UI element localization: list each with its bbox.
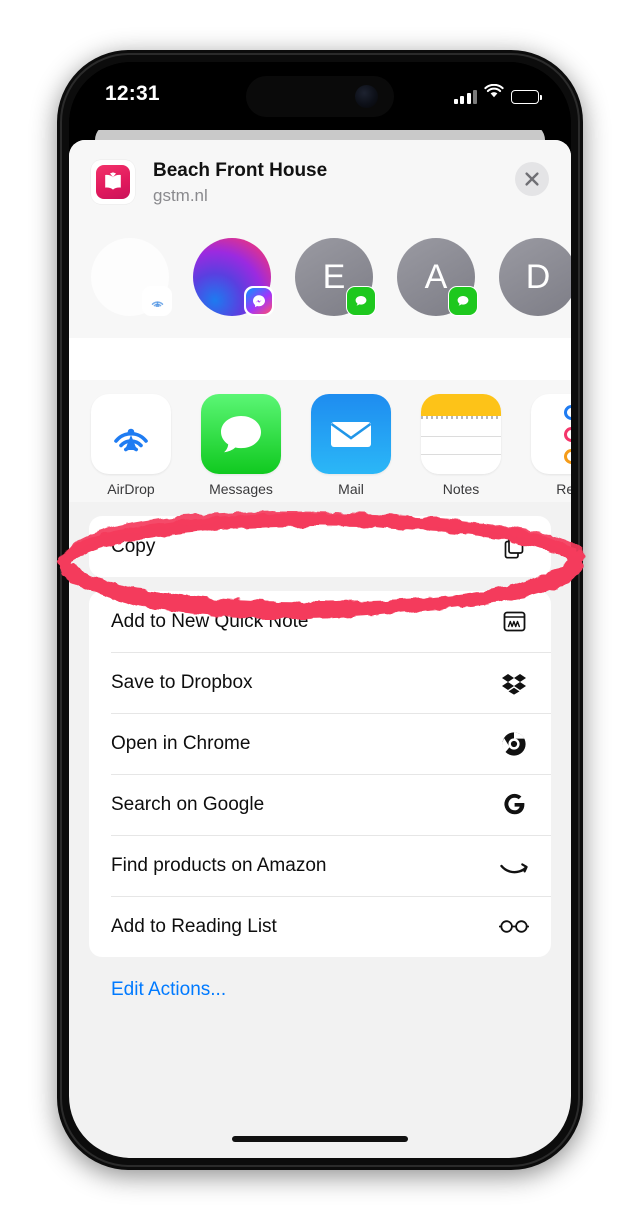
share-sheet: Beach Front House gstm.nl E A D AirDrop … <box>69 140 571 1158</box>
action-row-chrome[interactable]: Open in Chrome <box>89 713 551 774</box>
contact-suggestion-a[interactable]: A <box>397 238 478 316</box>
avatar: D <box>499 238 571 316</box>
app-suggestions-row[interactable]: AirDrop Messages Mail Notes Re <box>69 380 571 502</box>
wifi-icon <box>484 83 504 104</box>
contact-suggestion-messenger[interactable] <box>193 238 274 316</box>
app-label: AirDrop <box>107 481 155 497</box>
google-g-icon <box>499 790 529 820</box>
contact-suggestion-d[interactable]: D <box>499 238 571 316</box>
primary-action-card: Copy <box>89 516 551 577</box>
app-mail[interactable]: Mail <box>311 394 391 497</box>
app-label: Mail <box>338 481 364 497</box>
action-label: Copy <box>111 535 156 557</box>
quick-note-icon <box>499 607 529 637</box>
cellular-bars-icon <box>453 89 477 104</box>
action-row-reading-list[interactable]: Add to Reading List <box>89 896 551 957</box>
action-label: Add to Reading List <box>111 915 277 937</box>
messages-badge-icon <box>346 286 376 316</box>
airdrop-badge-icon <box>142 286 172 316</box>
app-notes[interactable]: Notes <box>421 394 501 497</box>
actions-card: Add to New Quick Note Save to Dropbox Op… <box>89 591 551 957</box>
close-button[interactable] <box>515 162 549 196</box>
front-camera-icon <box>355 85 378 108</box>
status-bar: 12:31 <box>69 62 571 130</box>
contact-suggestions-row[interactable]: E A D <box>69 226 571 338</box>
status-indicators <box>453 83 542 104</box>
reading-glasses-icon <box>499 912 529 942</box>
amazon-smile-icon <box>499 851 529 881</box>
copy-documents-icon <box>499 532 529 562</box>
contact-suggestion-e[interactable]: E <box>295 238 376 316</box>
status-time: 12:31 <box>105 82 160 105</box>
contact-suggestion-airdrop[interactable] <box>91 238 172 316</box>
action-label: Open in Chrome <box>111 732 251 754</box>
action-label: Add to New Quick Note <box>111 610 309 632</box>
share-sheet-title-block: Beach Front House gstm.nl <box>153 158 327 207</box>
action-row-quick-note[interactable]: Add to New Quick Note <box>89 591 551 652</box>
airdrop-icon <box>91 394 171 474</box>
close-icon <box>525 172 539 186</box>
action-row-copy[interactable]: Copy <box>89 516 551 577</box>
action-label: Search on Google <box>111 793 265 815</box>
app-reminders[interactable]: Rem <box>531 394 571 497</box>
action-row-google[interactable]: Search on Google <box>89 774 551 835</box>
actions-area: Copy Add to New Quick Note Save to Dropb… <box>69 502 571 1001</box>
messenger-badge-icon <box>244 286 274 316</box>
messages-badge-icon <box>448 286 478 316</box>
app-label: Rem <box>556 481 571 497</box>
dynamic-island <box>246 76 394 117</box>
app-airdrop[interactable]: AirDrop <box>91 394 171 497</box>
contact-names-strip <box>69 338 571 380</box>
share-sheet-header: Beach Front House gstm.nl <box>69 140 571 226</box>
phone-screen: 12:31 Beach Front House gstm.nl E A D Ai… <box>69 62 571 1158</box>
document-domain: gstm.nl <box>153 186 208 205</box>
apple-books-icon <box>91 160 135 204</box>
messages-icon <box>201 394 281 474</box>
mail-icon <box>311 394 391 474</box>
action-label: Find products on Amazon <box>111 854 327 876</box>
action-row-amazon[interactable]: Find products on Amazon <box>89 835 551 896</box>
action-label: Save to Dropbox <box>111 671 253 693</box>
home-indicator <box>232 1136 408 1142</box>
battery-icon <box>511 90 542 104</box>
chrome-icon <box>499 729 529 759</box>
edit-actions-link[interactable]: Edit Actions... <box>89 971 551 1001</box>
document-title: Beach Front House <box>153 160 328 181</box>
app-label: Messages <box>209 481 273 497</box>
app-label: Notes <box>442 481 480 497</box>
notes-icon <box>421 394 501 474</box>
reminders-icon <box>531 394 571 474</box>
app-messages[interactable]: Messages <box>201 394 281 497</box>
dropbox-icon <box>499 668 529 698</box>
action-row-dropbox[interactable]: Save to Dropbox <box>89 652 551 713</box>
